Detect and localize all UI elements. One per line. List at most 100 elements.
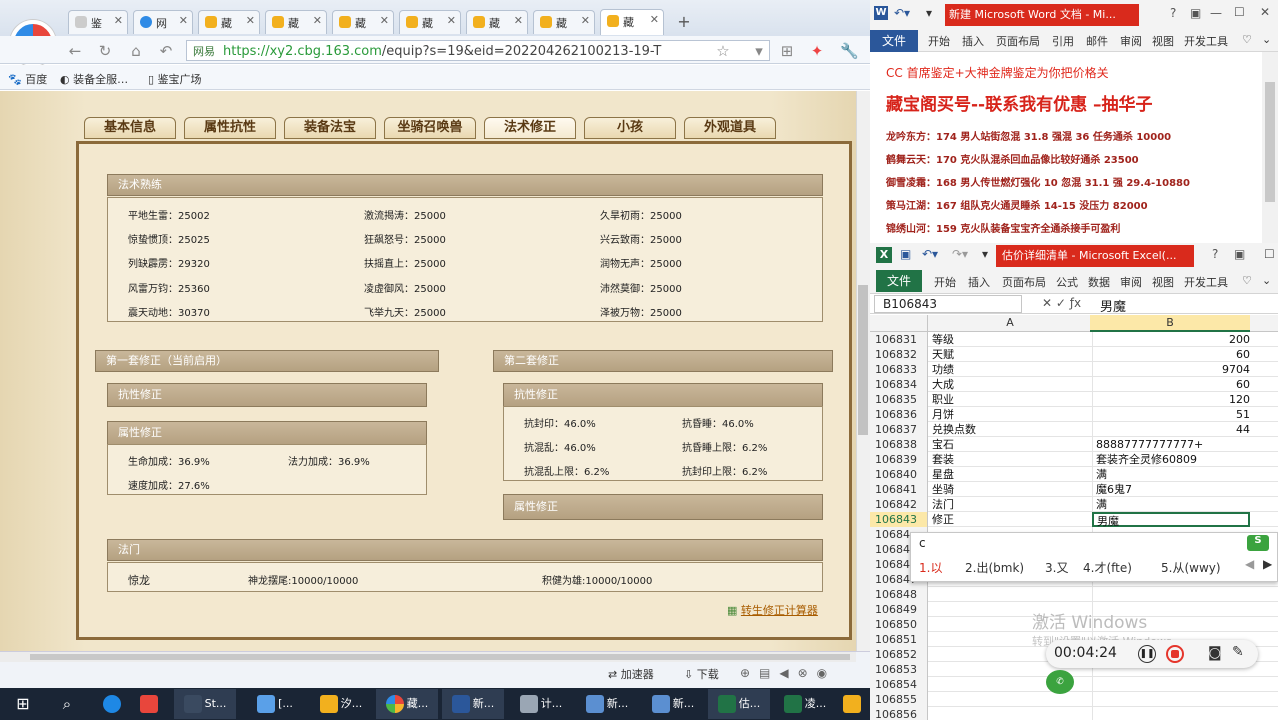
chevron-down-icon[interactable]: ⌄ [1262,33,1271,46]
cell-b[interactable]: 满 [1092,467,1250,482]
row-number[interactable]: 106833 [870,362,928,377]
page-scroll-thumb[interactable] [858,285,868,435]
word-tab[interactable]: 邮件 [1086,33,1108,49]
row-number[interactable]: 106853 [870,662,928,677]
ime-candidate[interactable]: 3.又 [1045,559,1068,576]
row-number[interactable]: 106842 [870,497,928,512]
tab-appearance[interactable]: 外观道具 [684,117,776,139]
cell-a[interactable]: 兑换点数 [932,422,1088,437]
excel-tab[interactable]: 公式 [1056,274,1078,290]
name-box[interactable]: B106843 [874,295,1022,313]
status-icons[interactable]: ⊕▤◀⊗◉ [740,666,836,680]
browser-tab[interactable]: 藏 ✕ [533,10,595,34]
taskbar-item[interactable]: 新... [642,689,704,719]
browser-tab[interactable]: 藏 ✕ [265,10,327,34]
ime-candidate[interactable]: 1.以 [919,559,942,576]
cell-b[interactable]: 魔6鬼7 [1092,482,1250,497]
undo-icon[interactable]: ↶▾ [922,247,938,261]
browser-tab-active[interactable]: 藏 ✕ [600,9,664,35]
taskbar-item[interactable]: [... [244,689,306,719]
excel-tab[interactable]: 审阅 [1120,274,1142,290]
word-file-tab[interactable]: 文件 [870,30,918,52]
word-tab[interactable]: 视图 [1152,33,1174,49]
tab-spell-correction[interactable]: 法术修正 [484,117,576,139]
cell-b[interactable]: 满 [1092,497,1250,512]
row-number[interactable]: 106837 [870,422,928,437]
row-number[interactable]: 106836 [870,407,928,422]
excel-tab[interactable]: 页面布局 [1002,274,1046,290]
row-number[interactable]: 106855 [870,692,928,707]
taskbar-item[interactable]: 计... [510,689,572,719]
cell-a[interactable]: 星盘 [932,467,1088,482]
row-number[interactable]: 106854 [870,677,928,692]
bookmark-square[interactable]: ▯ 鉴宝广场 [148,71,202,87]
ime-next-icon[interactable]: ▶ [1263,557,1272,571]
word-tab[interactable]: 开始 [928,33,950,49]
stop-icon[interactable] [1166,645,1184,663]
cell-a[interactable]: 修正 [932,512,1088,527]
close-icon[interactable]: ✕ [114,14,123,27]
cell-a[interactable]: 等级 [932,332,1088,347]
select-all-corner[interactable] [870,315,928,332]
taskbar-item[interactable]: 藏... [376,689,438,719]
cell-b[interactable]: 60 [1092,377,1250,392]
download-button[interactable]: ⇩ 下载 [684,666,719,682]
excel-tab[interactable]: 开发工具 [1184,274,1228,290]
new-tab-button[interactable]: + [673,12,695,32]
cell-a[interactable]: 职业 [932,392,1088,407]
cell-a[interactable]: 大成 [932,377,1088,392]
cell-a[interactable]: 功绩 [932,362,1088,377]
collapse-ribbon-icon[interactable]: ♡ [1242,33,1252,46]
row-number[interactable]: 106852 [870,647,928,662]
maximize-icon[interactable]: ☐ [1264,247,1275,261]
column-header-b[interactable]: B [1090,315,1250,332]
refresh-icon[interactable]: ↻ [96,42,114,60]
cell-b[interactable]: 200 [1092,332,1250,347]
browser-tab[interactable]: 藏 ✕ [332,10,394,34]
word-scrollbar[interactable] [1262,52,1278,243]
row-number[interactable]: 106850 [870,617,928,632]
close-icon[interactable]: ✕ [380,14,389,27]
redo-icon[interactable]: ↷▾ [952,247,968,261]
row-number[interactable]: 106848 [870,587,928,602]
tab-children[interactable]: 小孩 [584,117,676,139]
ribbon-display-icon[interactable]: ▣ [1234,247,1245,261]
cell-b[interactable] [1092,692,1250,707]
excel-tab[interactable]: 开始 [934,274,956,290]
ime-prev-icon[interactable]: ◀ [1245,557,1254,571]
search-icon[interactable]: ⌕ [54,689,80,719]
cell-b[interactable]: 120 [1092,392,1250,407]
browser-tab[interactable]: 藏 ✕ [466,10,528,34]
cell-b[interactable]: 51 [1092,407,1250,422]
excel-file-tab[interactable]: 文件 [876,270,922,292]
row-number[interactable]: 106838 [870,437,928,452]
minimize-icon[interactable]: — [1210,6,1222,20]
cell-b[interactable]: 套装齐全灵修60809 [1092,452,1250,467]
close-icon[interactable]: ✕ [581,14,590,27]
tab-attributes[interactable]: 属性抗性 [184,117,276,139]
row-number[interactable]: 106843 [870,512,928,527]
cell-a[interactable]: 宝石 [932,437,1088,452]
row-number[interactable]: 106835 [870,392,928,407]
collapse-ribbon-icon[interactable]: ♡ [1242,274,1252,287]
help-icon[interactable]: ? [1170,6,1176,20]
dropdown-icon[interactable]: ▾ [750,42,768,60]
help-icon[interactable]: ? [1212,247,1218,261]
row-number[interactable]: 106851 [870,632,928,647]
cell-a[interactable] [932,692,1088,707]
ime-candidate[interactable]: 4.才(fte) [1083,559,1132,576]
qat-dropdown-icon[interactable]: ▾ [926,6,932,20]
pause-icon[interactable]: ❚❚ [1138,645,1156,663]
close-icon[interactable]: ✕ [650,13,659,26]
formula-buttons[interactable]: ✕ ✓ ƒx [1042,296,1081,310]
taskbar-app-icon[interactable] [137,689,163,719]
save-icon[interactable]: ▣ [900,247,911,261]
cell-b[interactable] [1092,587,1250,602]
taskbar-item[interactable]: 新... [576,689,638,719]
taskbar-item[interactable]: 凌... [774,689,836,719]
row-number[interactable]: 106841 [870,482,928,497]
browser-tab[interactable]: 网 ✕ [133,10,193,34]
tools-icon[interactable]: 🔧 [840,42,859,60]
taskbar-item[interactable]: St... [174,689,236,719]
cell-b[interactable]: 44 [1092,422,1250,437]
